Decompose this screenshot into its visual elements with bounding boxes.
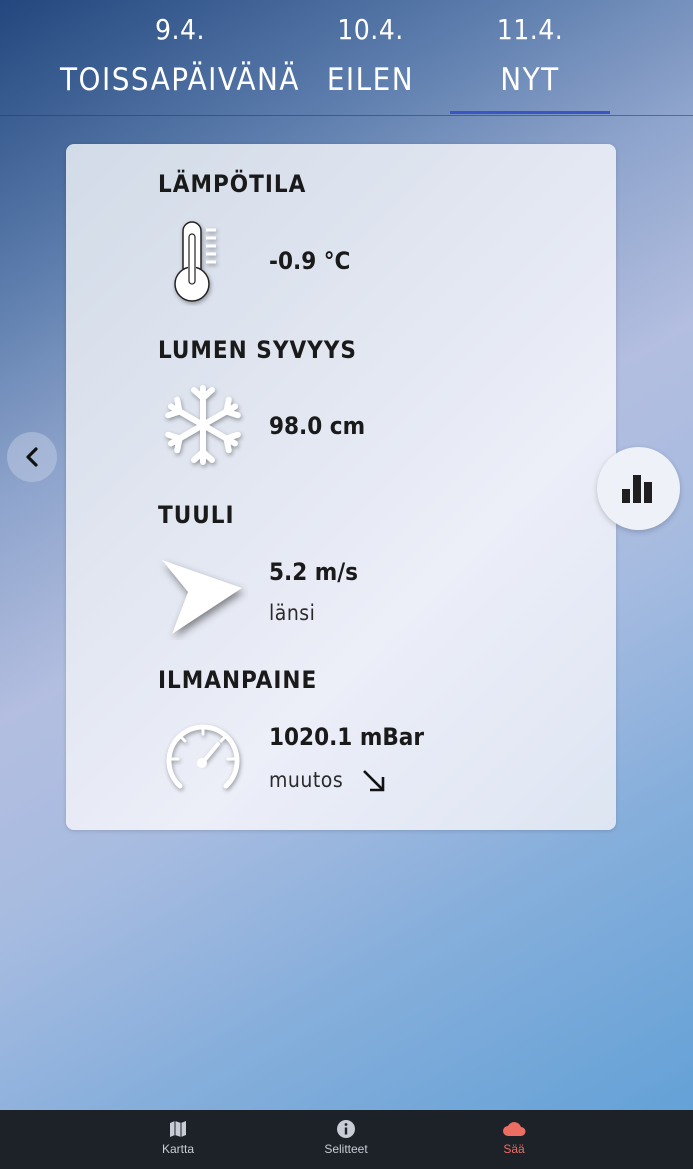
bottom-navigation: Kartta Selitteet Sää: [0, 1110, 693, 1169]
tab-date: 10.4.: [337, 13, 404, 46]
pressure-value: 1020.1 mBar: [269, 723, 425, 751]
wind-title: TUULI: [158, 501, 235, 529]
weather-card: LÄMPÖTILA -0.9 °C LUMEN SYVYYS 98.0 cm T…: [66, 144, 616, 830]
nav-label: Kartta: [161, 1142, 194, 1156]
snowflake-icon: [165, 385, 241, 465]
arrow-down-right-icon: [362, 770, 384, 792]
thermometer-icon: [174, 221, 216, 302]
day-tabs: 9.4. TOISSAPÄIVÄNÄ 10.4. EILEN 11.4. NYT: [0, 0, 693, 116]
chart-button[interactable]: [597, 447, 680, 530]
map-icon: [170, 1121, 186, 1137]
previous-button[interactable]: [7, 432, 57, 482]
tab-day-before-yesterday[interactable]: 9.4. TOISSAPÄIVÄNÄ: [60, 0, 300, 115]
temperature-value: -0.9 °C: [269, 247, 351, 275]
nav-label: Sää: [503, 1142, 525, 1156]
wind-direction-text: länsi: [269, 601, 316, 625]
snow-depth-title: LUMEN SYVYYS: [158, 336, 357, 364]
pressure-title: ILMANPAINE: [158, 666, 318, 694]
tab-date: 11.4.: [496, 13, 564, 46]
tab-yesterday[interactable]: 10.4. EILEN: [318, 0, 423, 115]
pressure-change: muutos: [269, 767, 388, 795]
tab-now[interactable]: 11.4. NYT: [450, 0, 610, 115]
nav-map[interactable]: Kartta: [118, 1110, 238, 1169]
pressure-change-label: muutos: [269, 768, 344, 792]
temperature-title: LÄMPÖTILA: [158, 170, 307, 198]
cloud-icon: [503, 1122, 526, 1136]
wind-speed-value: 5.2 m/s: [269, 558, 359, 586]
active-tab-indicator: [450, 111, 610, 114]
info-icon: [337, 1120, 355, 1138]
bar-chart-icon: [622, 475, 652, 503]
wind-direction-arrow-icon: [162, 560, 242, 634]
tab-label: NYT: [500, 62, 560, 98]
chevron-left-icon: [26, 447, 38, 467]
tab-label: EILEN: [326, 62, 415, 98]
nav-legend[interactable]: Selitteet: [286, 1110, 406, 1169]
gauge-icon: [166, 724, 240, 789]
tab-date: 9.4.: [154, 13, 206, 46]
nav-weather[interactable]: Sää: [454, 1110, 574, 1169]
nav-label: Selitteet: [324, 1142, 368, 1156]
snow-depth-value: 98.0 cm: [269, 412, 366, 440]
tab-label: TOISSAPÄIVÄNÄ: [60, 62, 300, 98]
